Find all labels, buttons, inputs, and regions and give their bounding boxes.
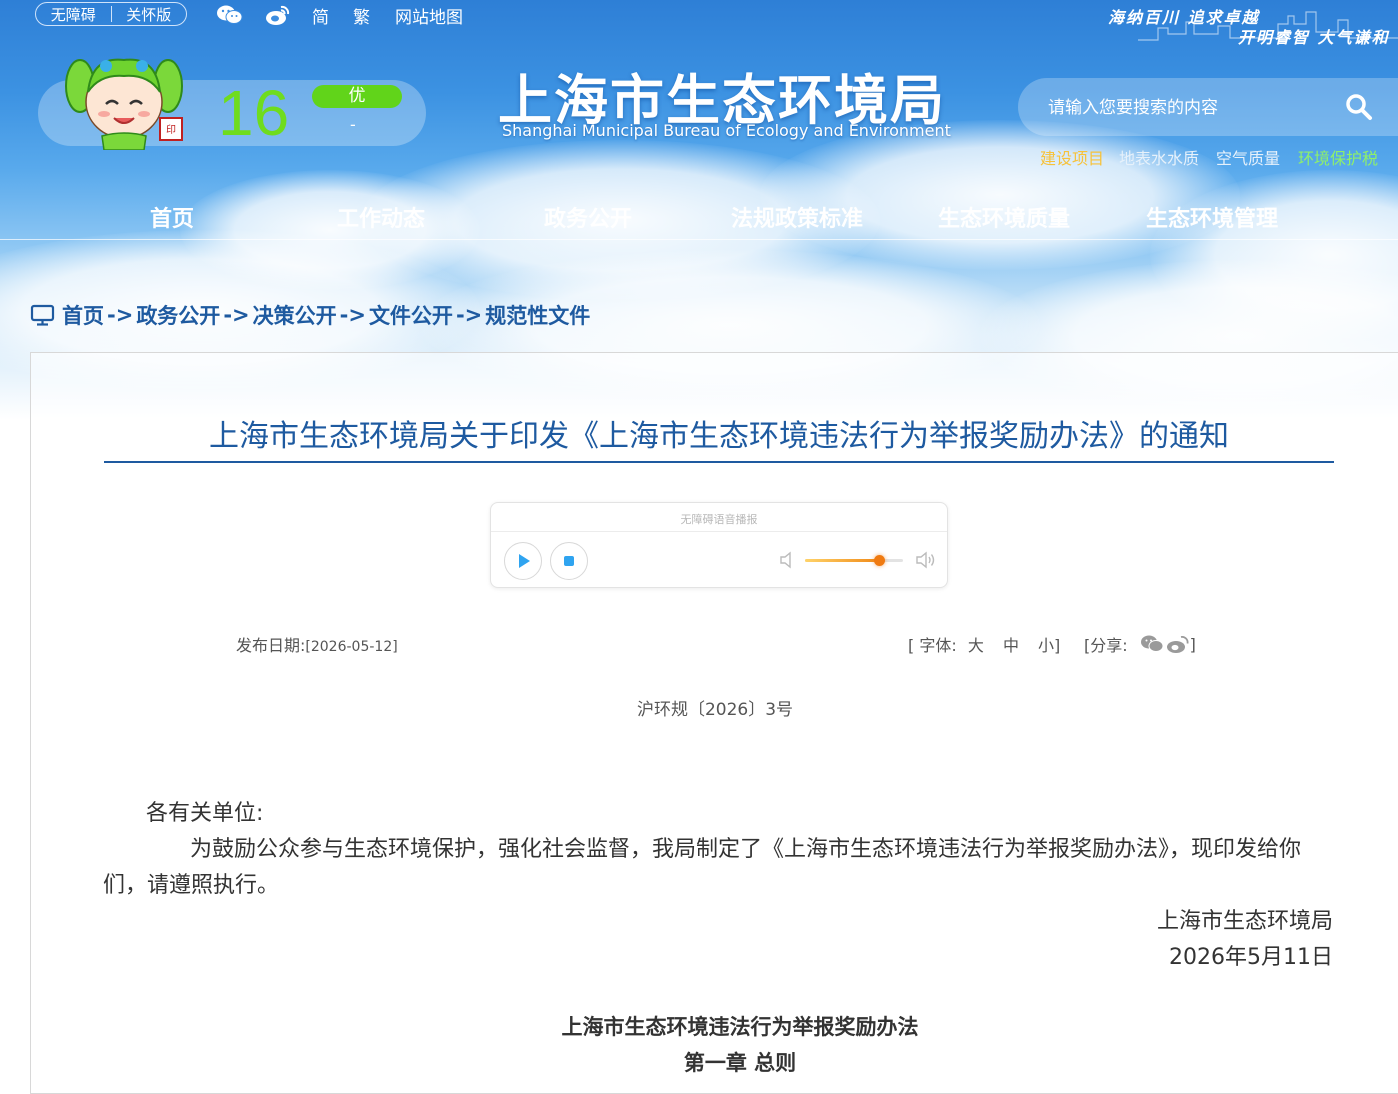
share-label-end: ] [1189,634,1196,654]
breadcrumb-separator: -> [455,303,483,327]
breadcrumb-government-affairs[interactable]: 政务公开 [136,300,220,330]
breadcrumb-separator: -> [223,303,250,327]
quick-link-construction[interactable]: 建设项目 [1040,145,1104,169]
accessibility-link[interactable]: 无障碍 [36,4,111,25]
chapter-heading: 第一章 总则 [683,1051,797,1075]
nav-work-news[interactable]: 工作动态 [337,201,425,233]
nav-environment-quality[interactable]: 生态环境质量 [938,201,1070,233]
signatory: 上海市生态环境局 [1156,909,1333,934]
font-size-small-button[interactable]: 小] [1038,636,1060,655]
breadcrumb-decision-disclosure[interactable]: 决策公开 [253,300,337,330]
article-panel: 上海市生态环境局关于印发《上海市生态环境违法行为举报奖励办法》的通知 无障碍语音… [30,352,1398,1094]
search-icon[interactable] [1344,92,1374,122]
document-number: 沪环规〔2026〕3号 [636,700,794,720]
article-title: 上海市生态环境局关于印发《上海市生态环境违法行为举报奖励办法》的通知 [209,419,1229,454]
breadcrumb-normative-documents[interactable]: 规范性文件 [485,300,590,330]
share-label: [分享: [1084,636,1128,655]
care-version-link[interactable]: 关怀版 [112,4,187,25]
stop-button[interactable] [550,542,588,580]
regulation-heading: 上海市生态环境违法行为举报奖励办法 [561,1015,919,1039]
share-controls: [分享: ] [1084,632,1196,656]
traditional-chinese-link[interactable]: 繁 [353,3,370,28]
nav-home[interactable]: 首页 [150,201,194,233]
aqi-pollutant: - [350,115,356,134]
font-size-label: [ 字体: [908,636,957,655]
nav-regulations[interactable]: 法规政策标准 [731,201,863,233]
font-size-controls: [ 字体: 大 中 小] [908,632,1060,656]
quick-link-env-tax[interactable]: 环境保护税 [1298,145,1378,169]
weibo-icon[interactable] [265,4,291,30]
mascot-icon: 印 [65,58,183,150]
volume-slider[interactable] [805,555,903,566]
breadcrumb-separator: -> [107,303,134,327]
font-size-large-button[interactable]: 大 [968,636,984,655]
simplified-chinese-link[interactable]: 简 [312,3,329,28]
play-button[interactable] [504,542,542,580]
breadcrumb-file-disclosure[interactable]: 文件公开 [369,300,453,330]
divider [491,531,947,532]
nav-environment-management[interactable]: 生态环境管理 [1146,201,1278,233]
svg-text:印: 印 [166,124,176,136]
quick-link-air-quality[interactable]: 空气质量 [1216,145,1280,169]
slogan: 海纳百川 追求卓越 开明睿智 大气谦和 [1108,4,1398,47]
volume-low-icon[interactable] [779,551,795,569]
volume-slider-fill [805,559,879,562]
slogan-line-2: 开明睿智 大气谦和 [1238,28,1390,47]
breadcrumb: 首页 -> 政务公开 -> 决策公开 -> 文件公开 -> 规范性文件 [30,300,590,330]
title-divider [104,461,1334,463]
publish-date-label: 发布日期: [236,636,306,655]
site-subtitle: Shanghai Municipal Bureau of Ecology and… [502,121,951,140]
aqi-value: 16 [218,77,290,149]
sitemap-link[interactable]: 网站地图 [395,3,463,28]
slogan-line-1: 海纳百川 追求卓越 [1108,8,1260,27]
stop-icon [564,556,574,566]
salutation: 各有关单位: [146,801,264,826]
breadcrumb-separator: -> [339,303,366,327]
publish-date: [2026-05-12] [305,639,398,655]
search-input[interactable] [1046,94,1340,122]
player-label: 无障碍语音播报 [680,513,758,526]
body-paragraph-line-2: 们，请遵照执行。 [103,873,280,898]
nav-government-affairs[interactable]: 政务公开 [544,201,632,233]
sign-date: 2026年5月11日 [1169,945,1333,970]
body-paragraph-line-1: 为鼓励公众参与生态环境保护，强化社会监督，我局制定了《上海市生态环境违法行为举报… [190,837,1302,862]
font-size-medium-button[interactable]: 中 [1003,636,1019,655]
wechat-icon[interactable] [216,4,244,30]
breadcrumb-home[interactable]: 首页 [62,300,104,330]
volume-slider-handle[interactable] [873,555,885,566]
weibo-share-icon[interactable] [1166,634,1190,654]
wechat-share-icon[interactable] [1140,634,1164,654]
aqi-level-badge: 优 [312,85,402,108]
publish-info: 发布日期:[2026-05-12] [236,632,398,656]
accessibility-toggle: 无障碍 关怀版 [35,2,187,26]
top-bar: 无障碍 关怀版 简 繁 网站地图 海纳百川 追求卓越 开明睿智 大气谦和 [0,0,1398,47]
volume-high-icon[interactable] [915,551,937,569]
monitor-icon [30,304,55,326]
quick-link-surface-water[interactable]: 地表水水质 [1119,145,1199,169]
play-icon [519,554,530,568]
voice-broadcast-player: 无障碍语音播报 [490,502,948,588]
main-nav: 首页 工作动态 政务公开 法规政策标准 生态环境质量 生态环境管理 [0,193,1398,240]
search-box [1018,78,1398,136]
